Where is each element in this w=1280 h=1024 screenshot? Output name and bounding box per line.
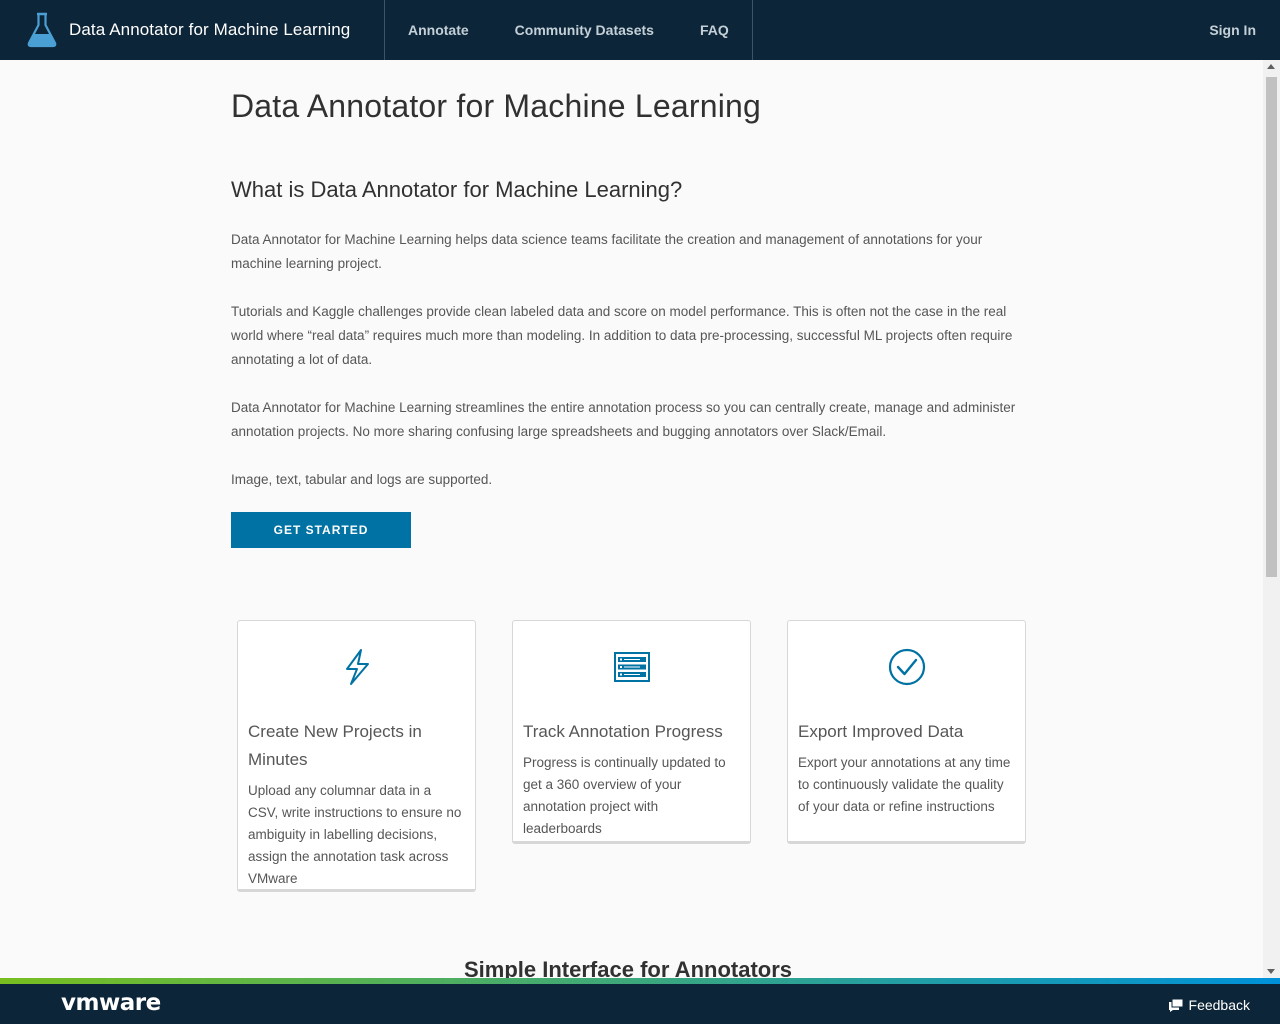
sign-in-link[interactable]: Sign In <box>1209 22 1256 38</box>
streamline-paragraph: Data Annotator for Machine Learning stre… <box>231 400 1016 439</box>
flask-icon <box>27 12 57 48</box>
footer: vmware Feedback <box>0 978 1280 1024</box>
server-list-icon <box>613 652 650 682</box>
brand[interactable]: Data Annotator for Machine Learning <box>0 0 385 60</box>
feedback-button[interactable]: Feedback <box>1168 997 1250 1013</box>
top-nav-bar: Data Annotator for Machine Learning Anno… <box>0 0 1280 60</box>
main-nav: Annotate Community Datasets FAQ <box>385 0 753 60</box>
feedback-icon <box>1168 998 1183 1012</box>
card-title: Create New Projects in Minutes <box>248 722 422 769</box>
feature-card-export: Export Improved Data Export your annotat… <box>787 620 1026 844</box>
kaggle-paragraph: Tutorials and Kaggle challenges provide … <box>231 304 1013 367</box>
get-started-button[interactable]: GET STARTED <box>231 512 411 548</box>
card-title: Export Improved Data <box>798 722 964 741</box>
intro-paragraph: Data Annotator for Machine Learning help… <box>231 232 983 271</box>
nav-faq[interactable]: FAQ <box>677 0 752 60</box>
vmware-logo: vmware <box>61 990 161 1016</box>
card-text: Upload any columnar data in a CSV, write… <box>248 783 462 886</box>
app-title: Data Annotator for Machine Learning <box>69 20 351 39</box>
scroll-up-icon[interactable] <box>1267 64 1275 69</box>
card-text: Export your annotations at any time to c… <box>798 755 1011 814</box>
feature-card-track: Track Annotation Progress Progress is co… <box>512 620 751 844</box>
annotator-interface-heading: Simple Interface for Annotators <box>464 957 793 978</box>
main-content: Data Annotator for Machine Learning What… <box>0 60 1263 978</box>
section-title: What is Data Annotator for Machine Learn… <box>231 177 683 202</box>
page-scrollbar[interactable] <box>1263 60 1280 978</box>
scroll-thumb[interactable] <box>1266 77 1277 577</box>
feedback-label: Feedback <box>1188 997 1250 1013</box>
scroll-down-icon[interactable] <box>1267 969 1275 974</box>
card-text: Progress is continually updated to get a… <box>523 755 726 836</box>
footer-gradient-stripe <box>0 978 1280 984</box>
page-title: Data Annotator for Machine Learning <box>231 88 761 124</box>
nav-community-datasets[interactable]: Community Datasets <box>492 0 677 60</box>
nav-annotate[interactable]: Annotate <box>385 0 492 60</box>
card-title: Track Annotation Progress <box>523 722 723 741</box>
supported-types-paragraph: Image, text, tabular and logs are suppor… <box>231 472 493 487</box>
feature-card-create: Create New Projects in Minutes Upload an… <box>237 620 476 892</box>
check-circle-icon <box>888 648 925 686</box>
lightning-bolt-icon <box>345 649 369 685</box>
